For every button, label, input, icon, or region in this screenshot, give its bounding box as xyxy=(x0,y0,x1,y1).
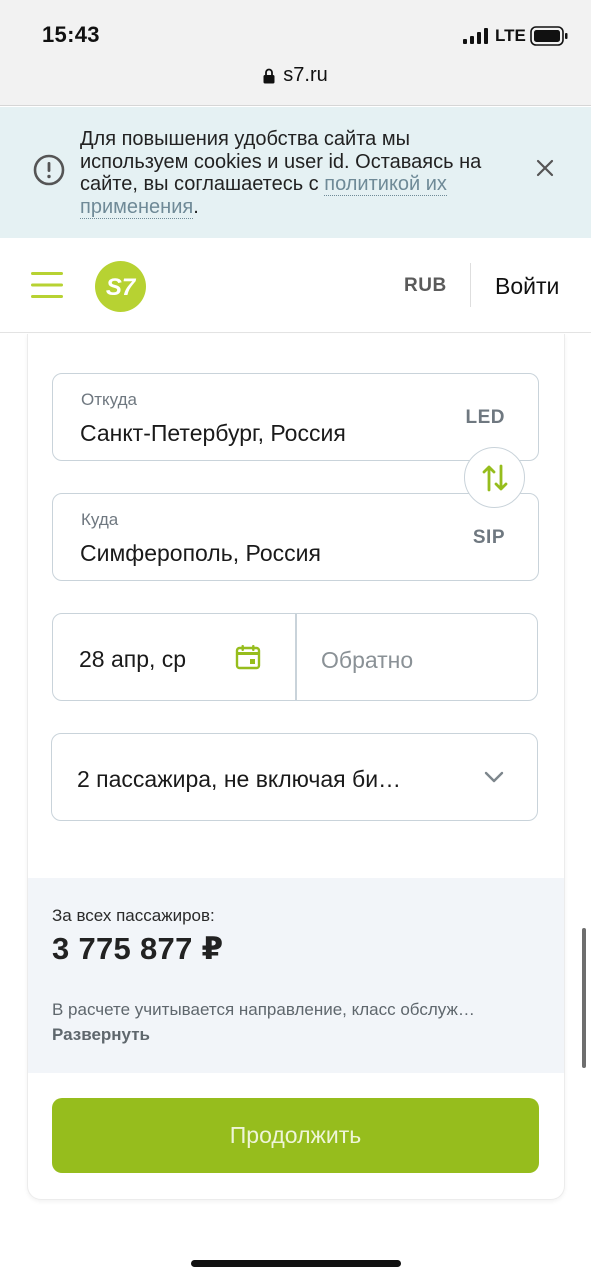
swap-directions-button[interactable] xyxy=(464,447,525,508)
from-value[interactable]: Санкт-Петербург, Россия xyxy=(80,420,346,447)
burger-menu-icon[interactable] xyxy=(31,272,63,298)
browser-url-bar[interactable]: s7.ru xyxy=(0,56,591,106)
from-label: Откуда xyxy=(81,390,137,409)
expand-link[interactable]: Развернуть xyxy=(52,1025,150,1045)
passengers-value: 2 пассажира, не включая би… xyxy=(77,766,402,792)
cookie-message: Для повышения удобства сайта мы использу… xyxy=(80,128,520,219)
header-divider xyxy=(470,263,471,307)
dates-field: 28 апр, ср Обратно xyxy=(52,613,538,701)
currency-selector[interactable]: RUB xyxy=(404,275,447,297)
signal-icon xyxy=(463,28,488,44)
to-code: SIP xyxy=(472,527,505,548)
chevron-down-icon xyxy=(484,771,504,783)
price-note: В расчете учитывается направление, класс… xyxy=(52,1000,475,1019)
status-bar: 15:43 LTE xyxy=(0,0,591,56)
to-label: Куда xyxy=(81,510,119,529)
return-date-placeholder: Обратно xyxy=(321,647,414,673)
close-icon[interactable] xyxy=(535,158,555,178)
from-field[interactable]: Откуда Санкт-Петербург, Россия LED xyxy=(52,373,539,461)
continue-label: Продолжить xyxy=(229,1122,362,1148)
from-code: LED xyxy=(465,407,505,428)
battery-icon xyxy=(530,26,568,46)
info-icon xyxy=(33,154,65,186)
url-text[interactable]: s7.ru xyxy=(283,64,327,87)
departure-date-field[interactable]: 28 апр, ср xyxy=(53,614,295,700)
price-label: За всех пассажиров: xyxy=(52,906,215,925)
total-price: 3 775 877 ₽ xyxy=(52,931,224,966)
departure-date: 28 апр, ср xyxy=(79,646,187,672)
logo-text: S7 xyxy=(106,274,137,301)
return-date-field[interactable]: Обратно xyxy=(297,614,537,700)
scrollbar[interactable] xyxy=(582,928,586,1068)
cookie-suffix: . xyxy=(193,195,199,218)
to-field[interactable]: Куда Симферополь, Россия SIP xyxy=(52,493,539,581)
continue-button[interactable]: Продолжить xyxy=(52,1098,539,1173)
status-time: 15:43 xyxy=(42,22,100,47)
lock-icon xyxy=(263,68,275,83)
s7-logo[interactable]: S7 xyxy=(95,261,146,312)
passengers-select[interactable]: 2 пассажира, не включая би… xyxy=(51,733,538,821)
login-button[interactable]: Войти xyxy=(495,273,559,300)
to-value[interactable]: Симферополь, Россия xyxy=(80,540,321,567)
network-type: LTE xyxy=(495,26,526,45)
home-indicator[interactable] xyxy=(191,1260,401,1267)
swap-arrows-icon xyxy=(482,464,507,491)
calendar-icon[interactable] xyxy=(235,644,261,670)
